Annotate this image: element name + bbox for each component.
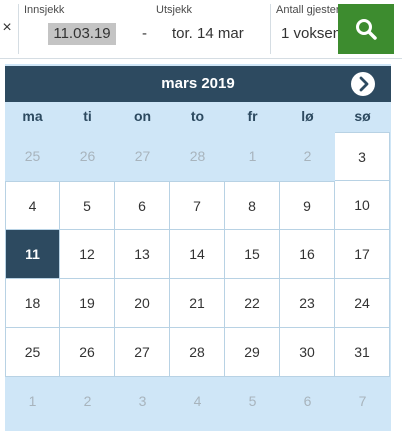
guests-label: Antall gjester: [276, 4, 340, 16]
checkin-label: Innsjekk: [24, 4, 65, 16]
weekday-label: lø: [301, 108, 314, 124]
calendar-day[interactable]: 13: [115, 230, 170, 279]
calendar-day[interactable]: 16: [280, 230, 335, 279]
date-separator: -: [142, 25, 147, 42]
close-icon: ×: [2, 19, 12, 36]
calendar-day: 3: [138, 393, 147, 409]
month-title: mars 2019: [161, 75, 235, 92]
calendar-popup: mars 2019 ma ti on to fr lø sø 25 26 27 28 1 2 3 4 5 6 7…: [5, 64, 391, 431]
weekday-header-row: ma ti on to fr lø sø: [5, 108, 391, 130]
calendar-day[interactable]: 28: [170, 328, 225, 377]
calendar-day[interactable]: 19: [60, 279, 115, 328]
calendar-day: 27: [134, 148, 151, 164]
calendar-day: 26: [79, 148, 96, 164]
weekday-label: sø: [354, 108, 371, 124]
calendar-day[interactable]: 3: [335, 132, 390, 181]
weekday-label: ma: [22, 108, 43, 124]
booking-search-bar: × Innsjekk 11.03.19 - Utsjekk tor. 14 ma…: [0, 0, 402, 59]
calendar-week-row: 1 2 3 4 5 6 7: [5, 377, 391, 426]
weekday-label: on: [133, 108, 152, 124]
calendar-day[interactable]: 21: [170, 279, 225, 328]
calendar-day[interactable]: 15: [225, 230, 280, 279]
calendar-day: 5: [248, 393, 257, 409]
search-icon: [356, 19, 377, 40]
calendar-day: 2: [303, 148, 312, 164]
guests-field[interactable]: 1 voksen: [281, 25, 341, 42]
calendar-day: 1: [248, 148, 257, 164]
calendar-day[interactable]: 12: [60, 230, 115, 279]
calendar-day: 6: [303, 393, 312, 409]
calendar-day[interactable]: 10: [335, 181, 390, 230]
calendar-day-selected[interactable]: 11: [5, 230, 60, 279]
calendar-day[interactable]: 6: [115, 181, 170, 230]
calendar-day: 1: [28, 393, 37, 409]
divider: [270, 4, 271, 54]
calendar-day[interactable]: 23: [280, 279, 335, 328]
calendar-day[interactable]: 20: [115, 279, 170, 328]
checkout-label: Utsjekk: [156, 4, 193, 16]
calendar-day[interactable]: 8: [225, 181, 280, 230]
calendar-day[interactable]: 22: [225, 279, 280, 328]
calendar-grid: 25 26 27 28 1 2 3 4 5 6 7 8 9 10 11 12 13 14 15 16 17 18 19 20 2…: [5, 132, 391, 426]
next-month-button[interactable]: [351, 72, 375, 96]
calendar-day: 28: [189, 148, 206, 164]
weekday-label: ti: [83, 108, 92, 124]
calendar-week-row: 11 12 13 14 15 16 17: [5, 230, 391, 279]
calendar-day[interactable]: 5: [60, 181, 115, 230]
divider: [18, 4, 19, 54]
weekday-label: fr: [247, 108, 258, 124]
calendar-day: 2: [83, 393, 92, 409]
calendar-week-row: 25 26 27 28 29 30 31: [5, 328, 391, 377]
calendar-week-row: 4 5 6 7 8 9 10: [5, 181, 391, 230]
calendar-day[interactable]: 27: [115, 328, 170, 377]
checkout-field[interactable]: tor. 14 mar: [172, 25, 244, 42]
calendar-day[interactable]: 26: [60, 328, 115, 377]
calendar-day[interactable]: 29: [225, 328, 280, 377]
calendar-day[interactable]: 9: [280, 181, 335, 230]
calendar-week-row: 25 26 27 28 1 2 3: [5, 132, 391, 181]
calendar-day: 25: [24, 148, 41, 164]
calendar-day[interactable]: 31: [335, 328, 390, 377]
calendar-day[interactable]: 30: [280, 328, 335, 377]
calendar-day: 4: [193, 393, 202, 409]
calendar-day[interactable]: 4: [5, 181, 60, 230]
calendar-day[interactable]: 14: [170, 230, 225, 279]
checkin-field[interactable]: 11.03.19: [48, 23, 116, 45]
close-button[interactable]: ×: [0, 16, 14, 40]
chevron-right-icon: [359, 76, 369, 92]
weekday-label: to: [190, 108, 205, 124]
calendar-day[interactable]: 24: [335, 279, 390, 328]
calendar-week-row: 18 19 20 21 22 23 24: [5, 279, 391, 328]
calendar-header: mars 2019: [5, 66, 391, 102]
search-button[interactable]: [338, 4, 394, 54]
calendar-day[interactable]: 7: [170, 181, 225, 230]
calendar-day[interactable]: 25: [5, 328, 60, 377]
calendar-day[interactable]: 18: [5, 279, 60, 328]
calendar-day: 7: [358, 393, 367, 409]
calendar-day[interactable]: 17: [335, 230, 390, 279]
